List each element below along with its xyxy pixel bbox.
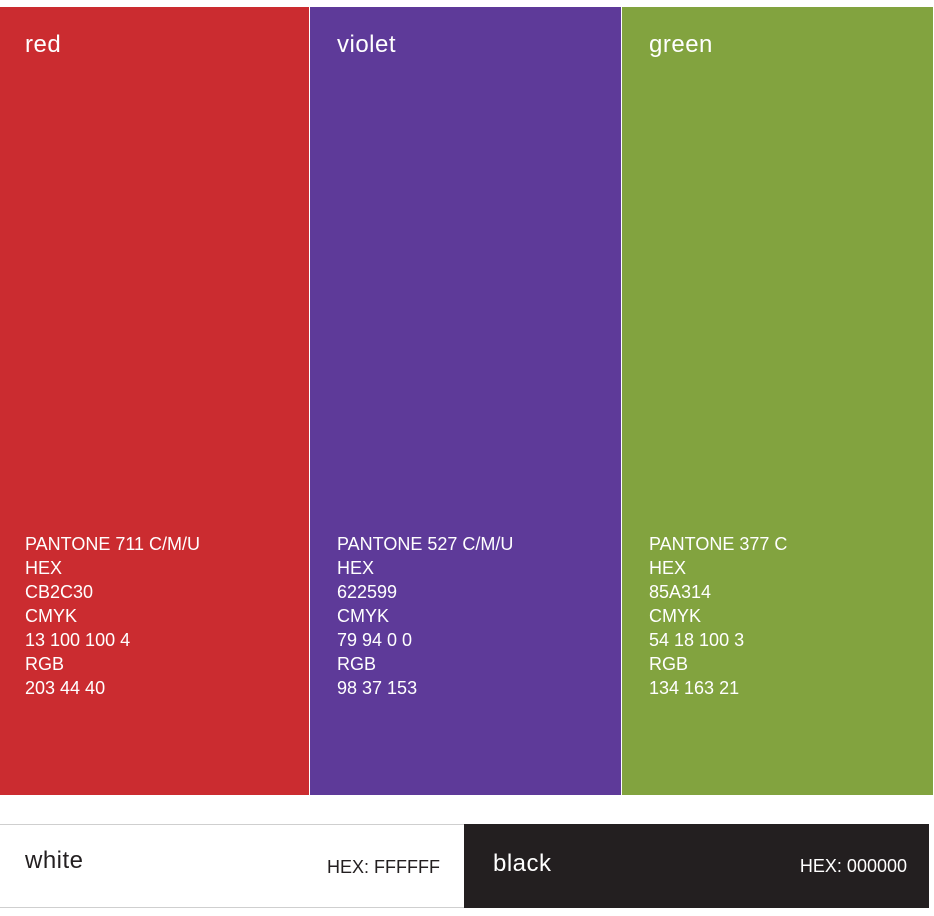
hex-value: HEX: FFFFFF <box>327 857 440 877</box>
rgb-value: 98 37 153 <box>337 678 418 698</box>
swatch-specs: PANTONE 377 C HEX 85A314 CMYK 54 18 100 … <box>649 532 787 700</box>
swatch-name: red <box>25 31 62 58</box>
swatch-green: green PANTONE 377 C HEX 85A314 CMYK 54 1… <box>622 7 933 795</box>
swatch-white: white HEX: FFFFFF <box>0 824 464 908</box>
rgb-label: RGB <box>649 654 689 674</box>
rgb-label: RGB <box>337 654 377 674</box>
cmyk-value: 54 18 100 3 <box>649 630 745 650</box>
swatch-name: white <box>25 847 84 874</box>
hex-label: HEX <box>25 558 63 578</box>
pantone-value: PANTONE 527 C/M/U <box>337 534 514 554</box>
swatch-specs: PANTONE 527 C/M/U HEX 622599 CMYK 79 94 … <box>337 532 513 700</box>
swatch-name: black <box>493 850 552 877</box>
cmyk-label: CMYK <box>337 606 390 626</box>
hex-value: CB2C30 <box>25 582 94 602</box>
cmyk-label: CMYK <box>25 606 78 626</box>
hex-label: HEX <box>649 558 687 578</box>
swatch-name: violet <box>337 31 397 58</box>
hex-value: 85A314 <box>649 582 712 602</box>
swatch-specs: PANTONE 711 C/M/U HEX CB2C30 CMYK 13 100… <box>25 532 200 700</box>
swatch-red: red PANTONE 711 C/M/U HEX CB2C30 CMYK 13… <box>0 7 309 795</box>
swatch-black: black HEX: 000000 <box>464 824 929 908</box>
rgb-label: RGB <box>25 654 65 674</box>
swatch-violet: violet PANTONE 527 C/M/U HEX 622599 CMYK… <box>310 7 621 795</box>
pantone-value: PANTONE 377 C <box>649 534 788 554</box>
cmyk-value: 13 100 100 4 <box>25 630 131 650</box>
swatch-name: green <box>649 31 713 58</box>
pantone-value: PANTONE 711 C/M/U <box>25 534 201 554</box>
hex-value: 622599 <box>337 582 398 602</box>
hex-label: HEX <box>337 558 375 578</box>
hex-value: HEX: 000000 <box>799 856 907 876</box>
cmyk-label: CMYK <box>649 606 702 626</box>
cmyk-value: 79 94 0 0 <box>337 630 413 650</box>
rgb-value: 134 163 21 <box>649 678 740 698</box>
rgb-value: 203 44 40 <box>25 678 106 698</box>
